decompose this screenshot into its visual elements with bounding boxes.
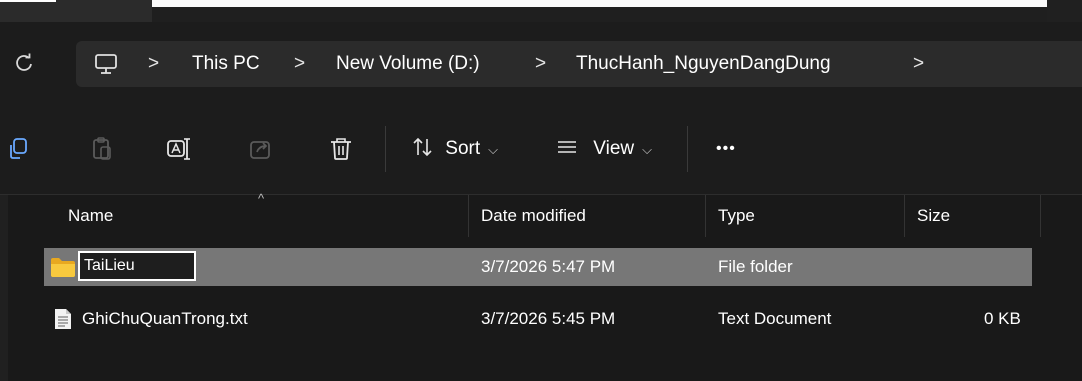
copy-icon[interactable]: [6, 136, 32, 162]
table-row[interactable]: GhiChuQuanTrong.txt 3/7/2026 5:45 PM Tex…: [44, 300, 1032, 338]
type-cell: Text Document: [718, 309, 832, 328]
rename-input[interactable]: TaiLieu: [78, 251, 196, 281]
breadcrumb-chevron-icon[interactable]: >: [535, 41, 546, 87]
column-header-name[interactable]: Name: [68, 195, 113, 237]
refresh-icon[interactable]: [12, 52, 36, 78]
address-bar[interactable]: > This PC > New Volume (D:) > ThucHanh_N…: [76, 41, 1082, 87]
share-icon[interactable]: [248, 136, 274, 162]
this-pc-icon[interactable]: [94, 53, 118, 75]
navigation-bar: > This PC > New Volume (D:) > ThucHanh_N…: [0, 22, 1082, 106]
text-file-icon: [53, 308, 73, 335]
view-button[interactable]: View ⌵: [556, 132, 652, 166]
view-icon: [556, 138, 583, 159]
chevron-down-icon: ⌵: [642, 142, 652, 157]
breadcrumb-chevron-icon[interactable]: >: [294, 41, 305, 87]
column-header-date-modified[interactable]: Date modified: [481, 195, 586, 237]
size-cell: 0 KB: [984, 309, 1021, 328]
date-modified-cell: 3/7/2026 5:45 PM: [481, 309, 616, 328]
navigation-pane-edge: [0, 195, 8, 381]
rename-icon[interactable]: [166, 136, 192, 162]
tab-strip: [152, 7, 1047, 22]
paste-icon[interactable]: [90, 136, 116, 162]
sort-label: Sort: [445, 138, 481, 159]
file-name-cell[interactable]: GhiChuQuanTrong.txt: [82, 300, 248, 338]
window-top-strip: [0, 0, 1082, 22]
chevron-down-icon: ⌵: [488, 142, 498, 157]
sort-icon: [412, 137, 439, 159]
column-divider[interactable]: [1040, 195, 1041, 237]
title-tab-edge: [0, 0, 152, 22]
sort-button[interactable]: Sort ⌵: [412, 132, 498, 166]
toolbar-divider: [687, 126, 688, 172]
breadcrumb-this-pc[interactable]: This PC: [192, 41, 260, 87]
overlay-bar: [152, 0, 1047, 7]
more-options-button[interactable]: •••: [716, 132, 736, 166]
folder-icon: [50, 256, 76, 283]
column-header-size[interactable]: Size: [917, 195, 950, 237]
command-bar: Sort ⌵ View ⌵ •••: [0, 106, 1082, 195]
file-list: ^ Name Date modified Type Size TaiLieu 3…: [0, 191, 1082, 381]
view-label: View: [593, 138, 635, 159]
breadcrumb-chevron-icon[interactable]: >: [148, 41, 159, 87]
type-cell: File folder: [718, 257, 793, 276]
toolbar-divider: [385, 126, 386, 172]
table-row[interactable]: TaiLieu 3/7/2026 5:47 PM File folder: [44, 248, 1032, 286]
breadcrumb-chevron-icon[interactable]: >: [913, 41, 924, 87]
breadcrumb-new-volume[interactable]: New Volume (D:): [336, 41, 480, 87]
delete-icon[interactable]: [328, 136, 354, 162]
column-divider[interactable]: [705, 195, 706, 237]
date-modified-cell: 3/7/2026 5:47 PM: [481, 257, 616, 276]
breadcrumb-current-folder[interactable]: ThucHanh_NguyenDangDung: [576, 41, 831, 87]
column-divider[interactable]: [904, 195, 905, 237]
sort-ascending-icon: ^: [258, 191, 265, 206]
column-header-type[interactable]: Type: [718, 195, 755, 237]
column-divider[interactable]: [468, 195, 469, 237]
